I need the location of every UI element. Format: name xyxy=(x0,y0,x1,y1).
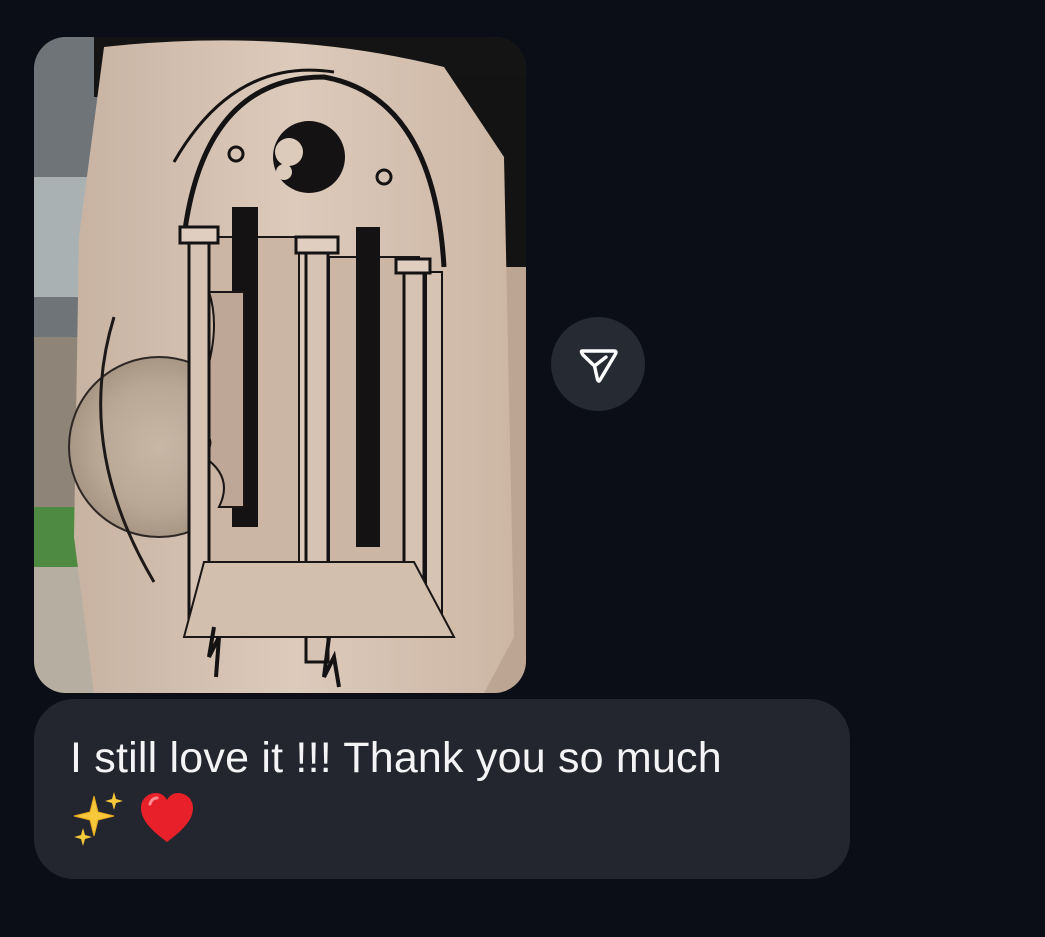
red-heart-emoji xyxy=(141,793,193,842)
message-bubble[interactable]: I still love it !!! Thank you so much xyxy=(34,699,850,879)
share-button[interactable] xyxy=(551,317,645,411)
emoji-row xyxy=(70,789,196,849)
photo-message[interactable] xyxy=(34,37,526,693)
sparkles-emoji xyxy=(73,792,123,846)
chat-view: I still love it !!! Thank you so much xyxy=(0,0,1045,937)
send-icon xyxy=(579,349,618,383)
message-text: I still love it !!! Thank you so much xyxy=(70,734,722,782)
tattoo-photo xyxy=(34,37,526,693)
